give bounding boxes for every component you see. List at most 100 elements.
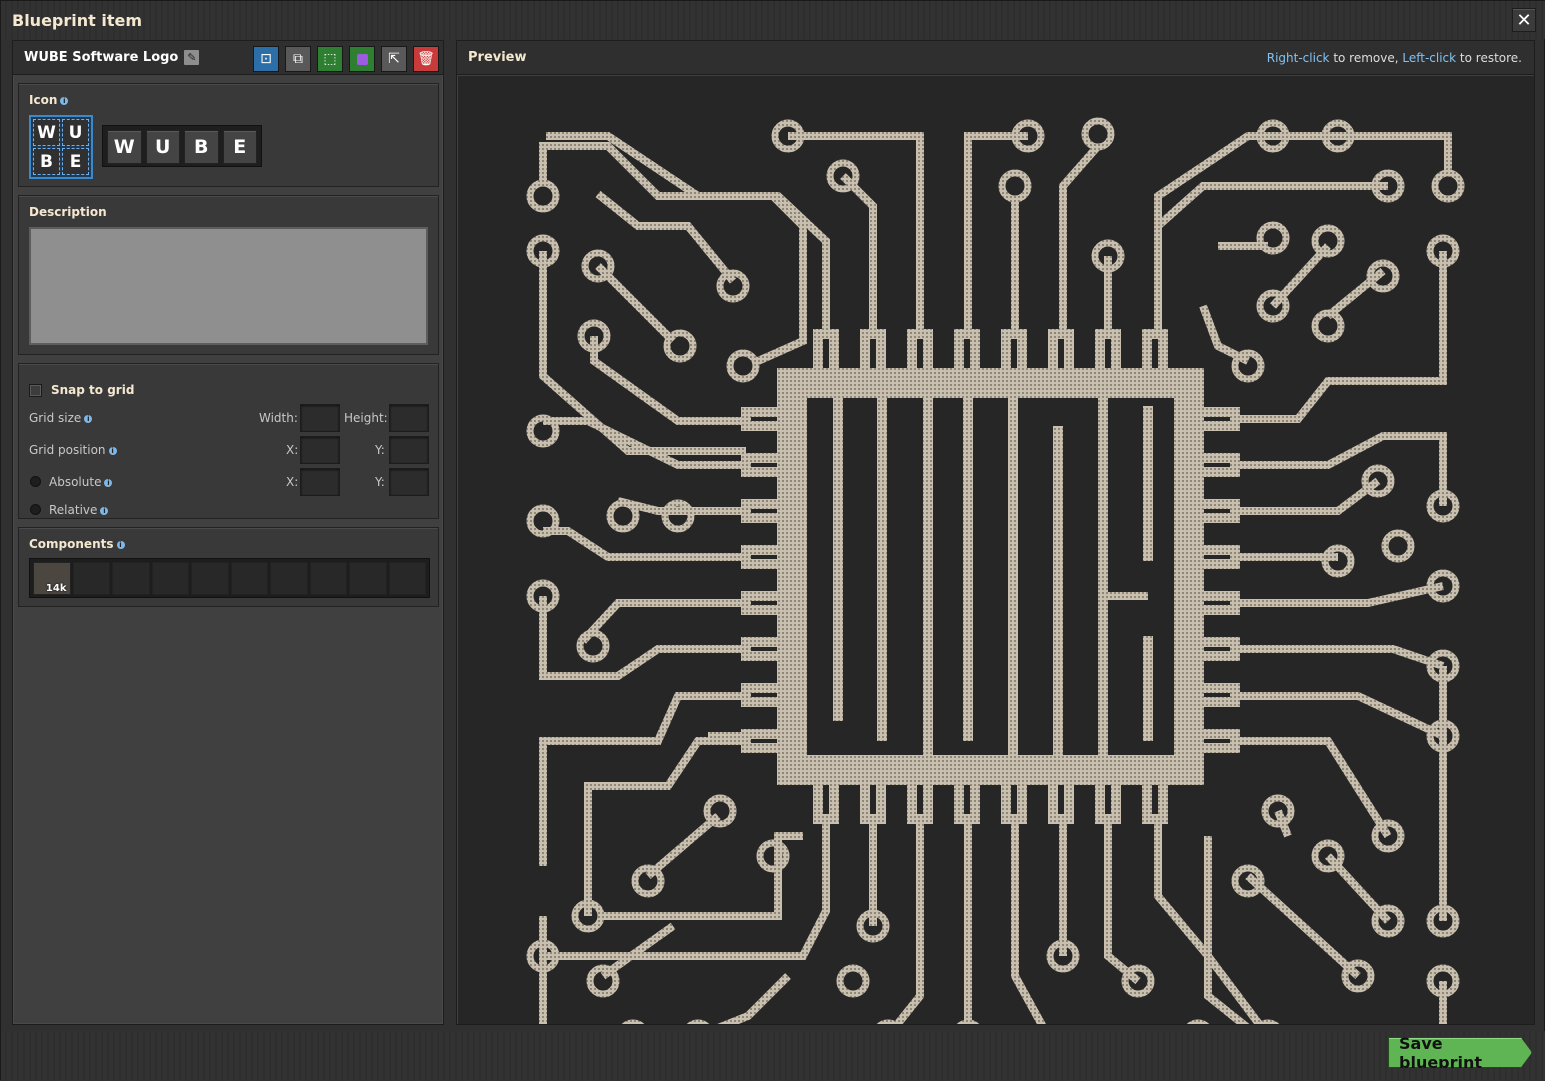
icon-letter: B bbox=[33, 148, 60, 175]
circuit-pad bbox=[681, 1019, 715, 1053]
delete-button[interactable]: 🗑 bbox=[413, 46, 439, 72]
circuit-pad bbox=[1431, 169, 1465, 203]
save-blueprint-button[interactable]: Save blueprint bbox=[1388, 1037, 1532, 1068]
absolute-radio[interactable] bbox=[30, 476, 41, 487]
select-area-icon: ⊡ bbox=[260, 51, 272, 67]
relative-label: Relative i bbox=[49, 503, 109, 517]
grid-size-label: Grid size i bbox=[29, 411, 93, 425]
circuit-pad bbox=[526, 179, 560, 213]
copy-icon: ⧉ bbox=[293, 51, 303, 67]
component-slot bbox=[270, 562, 308, 595]
component-slot bbox=[309, 562, 347, 595]
circuit-pad bbox=[1081, 117, 1115, 151]
circuit-trace bbox=[539, 692, 746, 866]
circuit-trace bbox=[1235, 645, 1445, 670]
circuit-trace bbox=[1235, 737, 1392, 839]
circuit-pad bbox=[836, 964, 870, 998]
circuit-pad bbox=[998, 169, 1032, 203]
grid-height-input[interactable] bbox=[389, 404, 429, 432]
blueprint-header: WUBE Software Logo ✎ ⊡ ⧉ ⬚ ⇱ 🗑 bbox=[13, 41, 443, 75]
y-label: Y: bbox=[375, 443, 385, 457]
circuit-pad bbox=[756, 839, 790, 873]
reselect-button[interactable]: ⬚ bbox=[317, 46, 343, 72]
description-section: Description bbox=[18, 195, 439, 355]
circuit-trace bbox=[696, 973, 791, 1040]
circuit-trace bbox=[645, 812, 721, 880]
circuit-trace bbox=[1235, 432, 1447, 506]
circuit-trace bbox=[884, 819, 924, 1039]
export-icon: ⇱ bbox=[388, 51, 400, 67]
reselect-icon: ⬚ bbox=[323, 51, 337, 67]
circuit-trace bbox=[1104, 819, 1141, 985]
circuit-trace bbox=[777, 368, 1204, 785]
circuit-trace bbox=[584, 737, 746, 916]
info-icon[interactable]: i bbox=[60, 96, 69, 105]
icon-slot[interactable]: B bbox=[184, 130, 219, 164]
blueprint-preview-canvas[interactable] bbox=[458, 76, 1534, 1053]
icon-letter: U bbox=[62, 119, 89, 146]
icon-slot[interactable]: E bbox=[222, 130, 257, 164]
icon-slot[interactable]: U bbox=[145, 130, 180, 164]
grid-width-input[interactable] bbox=[300, 404, 340, 432]
circuit-trace bbox=[1325, 267, 1386, 320]
info-icon[interactable]: i bbox=[84, 414, 93, 423]
rename-icon[interactable]: ✎ bbox=[184, 50, 200, 65]
component-slot bbox=[349, 562, 387, 595]
trash-icon: 🗑 bbox=[417, 51, 435, 67]
preview-panel: Preview Right-click to remove, Left-clic… bbox=[456, 40, 1535, 1053]
window-title: Blueprint item bbox=[12, 10, 143, 30]
circuit-trace bbox=[1204, 836, 1447, 1040]
snap-to-grid-label: Snap to grid bbox=[51, 383, 135, 397]
blueprint-name: WUBE Software Logo bbox=[24, 50, 179, 65]
circuit-pad bbox=[661, 499, 695, 533]
component-stone-wall[interactable]: 14k bbox=[33, 562, 71, 595]
grid-position-y-input[interactable] bbox=[389, 436, 429, 464]
icon-slots: W U B E bbox=[102, 125, 262, 167]
circuit-pad bbox=[1311, 309, 1345, 343]
component-slot bbox=[388, 562, 426, 595]
component-slot bbox=[191, 562, 229, 595]
info-icon[interactable]: i bbox=[100, 506, 109, 515]
circuit-pad bbox=[726, 349, 760, 383]
description-textbox[interactable] bbox=[29, 227, 428, 345]
icon-letter: E bbox=[62, 148, 89, 175]
grid-position-label: Grid position i bbox=[29, 443, 117, 457]
circuit-pad bbox=[616, 1019, 650, 1053]
info-icon[interactable]: i bbox=[104, 478, 113, 487]
export-button[interactable]: ⇱ bbox=[381, 46, 407, 72]
circuit-pad bbox=[703, 794, 737, 828]
info-icon[interactable]: i bbox=[108, 446, 117, 455]
circuit-trace bbox=[539, 596, 746, 680]
circuit-pad bbox=[663, 329, 697, 363]
circuit-trace bbox=[598, 832, 803, 920]
close-button[interactable]: ✕ bbox=[1512, 8, 1536, 32]
circuit-trace bbox=[1154, 132, 1452, 334]
circuit-trace bbox=[1154, 182, 1388, 334]
icon-slot[interactable]: W bbox=[107, 130, 142, 164]
window-titlebar[interactable]: Blueprint item ✕ bbox=[1, 1, 1545, 39]
purple-gem-icon bbox=[356, 53, 368, 65]
info-icon[interactable]: i bbox=[116, 540, 125, 549]
icon-preview[interactable]: W U B E bbox=[29, 115, 93, 179]
circuit-pad bbox=[1381, 529, 1415, 563]
component-slot bbox=[230, 562, 268, 595]
snap-to-grid-checkbox[interactable] bbox=[29, 384, 42, 397]
relative-radio[interactable] bbox=[30, 504, 41, 515]
component-slot bbox=[72, 562, 110, 595]
grid-position-x-input[interactable] bbox=[300, 436, 340, 464]
circuit-trace bbox=[1059, 143, 1102, 334]
circuit-trace bbox=[1235, 582, 1444, 607]
upgrade-button[interactable] bbox=[349, 46, 375, 72]
icon-title: Icon i bbox=[29, 93, 69, 107]
absolute-x-input[interactable] bbox=[300, 468, 340, 496]
blueprint-settings-panel: WUBE Software Logo ✎ ⊡ ⧉ ⬚ ⇱ 🗑 Icon i W U… bbox=[12, 40, 444, 1025]
circuit-logo bbox=[526, 117, 1465, 1053]
icon-letter: W bbox=[33, 119, 60, 146]
absolute-y-input[interactable] bbox=[389, 468, 429, 496]
grid-section: Snap to grid Grid size i Width: Height: G… bbox=[18, 363, 439, 519]
preview-header: Preview Right-click to remove, Left-clic… bbox=[457, 41, 1534, 75]
blueprint-window: Blueprint item ✕ WUBE Software Logo ✎ ⊡ … bbox=[0, 0, 1545, 1081]
circuit-trace bbox=[1235, 477, 1381, 515]
select-area-button[interactable]: ⊡ bbox=[253, 46, 279, 72]
copy-button[interactable]: ⧉ bbox=[285, 46, 311, 72]
